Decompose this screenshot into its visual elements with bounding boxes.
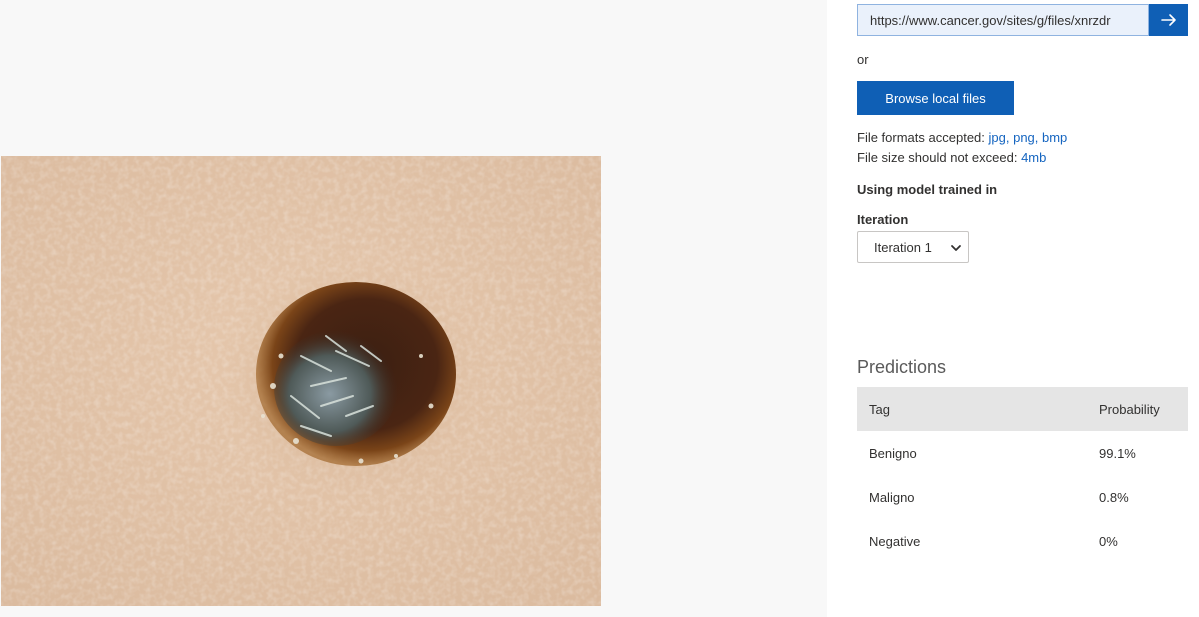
- prediction-tag: Negative: [869, 533, 921, 549]
- chevron-down-icon: [951, 245, 961, 251]
- iteration-dropdown[interactable]: Iteration 1: [857, 231, 969, 263]
- image-preview-pane: [0, 0, 827, 617]
- browse-local-files-button[interactable]: Browse local files: [857, 81, 1014, 115]
- image-url-row: [857, 4, 1188, 36]
- table-row: Maligno 0.8%: [857, 475, 1188, 519]
- table-row: Benigno 99.1%: [857, 431, 1188, 475]
- uploaded-skin-lesion-image: [1, 156, 601, 606]
- table-row: Negative 0%: [857, 519, 1188, 563]
- arrow-right-icon: [1160, 14, 1176, 26]
- prediction-probability: 0%: [1099, 533, 1118, 549]
- upload-panel: or Browse local files File formats accep…: [827, 0, 1199, 617]
- column-header-tag: Tag: [857, 387, 1087, 431]
- prediction-probability: 99.1%: [1099, 445, 1136, 461]
- prediction-probability: 0.8%: [1099, 489, 1129, 505]
- prediction-tag: Benigno: [869, 445, 917, 461]
- file-formats-value: jpg, png, bmp: [988, 130, 1068, 145]
- submit-url-button[interactable]: [1149, 4, 1188, 36]
- image-url-input[interactable]: [857, 4, 1149, 36]
- file-size-value: 4mb: [1021, 150, 1047, 165]
- file-size-info: File size should not exceed: 4mb: [857, 150, 1046, 165]
- file-formats-info: File formats accepted: jpg, png, bmp: [857, 130, 1067, 145]
- iteration-selected-value: Iteration 1: [874, 239, 932, 255]
- predictions-title: Predictions: [857, 357, 947, 377]
- column-header-probability: Probability: [1087, 387, 1188, 431]
- iteration-label: Iteration: [857, 212, 909, 227]
- model-trained-label: Using model trained in: [857, 182, 998, 197]
- or-separator: or: [857, 52, 869, 67]
- predictions-table: Tag Probability Benigno 99.1% Maligno 0.…: [857, 387, 1188, 563]
- table-header-row: Tag Probability: [857, 387, 1188, 431]
- file-formats-label: File formats accepted:: [857, 130, 985, 145]
- file-size-label: File size should not exceed:: [857, 150, 1018, 165]
- prediction-tag: Maligno: [869, 489, 915, 505]
